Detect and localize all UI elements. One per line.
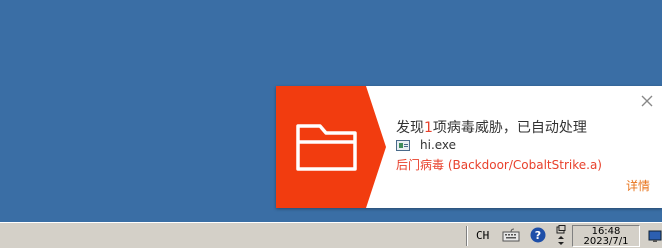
threat-label: 后门病毒 (Backdoor/CobaltStrike.a) bbox=[396, 158, 602, 172]
taskbar: CH ? 16:48 2023/7/1 bbox=[0, 222, 662, 248]
file-icon bbox=[396, 139, 410, 151]
title-prefix: 发现 bbox=[396, 120, 424, 136]
keyboard-icon[interactable] bbox=[502, 227, 520, 243]
system-clock[interactable]: 16:48 2023/7/1 bbox=[572, 225, 640, 247]
file-row: hi.exe bbox=[396, 137, 456, 153]
notification-banner bbox=[276, 86, 386, 208]
expand-arrows-icon[interactable] bbox=[556, 225, 566, 247]
threat-count: 1 bbox=[424, 120, 433, 136]
notification-title: 发现1项病毒威胁，已自动处理 bbox=[396, 117, 587, 137]
tray-separator bbox=[466, 226, 467, 246]
file-name: hi.exe bbox=[420, 138, 457, 152]
network-icon[interactable] bbox=[648, 229, 662, 243]
title-suffix: 项病毒威胁，已自动处理 bbox=[432, 120, 587, 136]
language-indicator[interactable]: CH bbox=[476, 229, 489, 242]
help-icon[interactable]: ? bbox=[530, 227, 546, 243]
clock-date: 2023/7/1 bbox=[583, 236, 629, 247]
close-icon[interactable] bbox=[640, 94, 654, 108]
threat-notification: 发现1项病毒威胁，已自动处理 hi.exe 后门病毒 (Backdoor/Cob… bbox=[276, 86, 662, 208]
svg-text:?: ? bbox=[535, 229, 541, 242]
details-link[interactable]: 详情 bbox=[626, 177, 650, 194]
